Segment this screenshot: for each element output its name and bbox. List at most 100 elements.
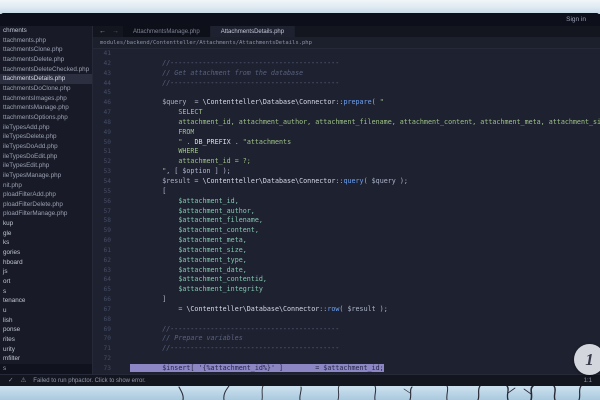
- code-line[interactable]: 67 = \Contentteller\Database\Connector::…: [93, 305, 600, 315]
- code-line[interactable]: 73 $insert[ '{%attachment_id%}' ] = $att…: [93, 364, 600, 374]
- code-line[interactable]: 68: [93, 315, 600, 325]
- code-line[interactable]: 62 $attachment_type,: [93, 256, 600, 266]
- code-line[interactable]: 45: [93, 88, 600, 98]
- code-text[interactable]: WHERE: [111, 147, 198, 157]
- code-text[interactable]: $attachment_author,: [111, 207, 255, 217]
- code-line[interactable]: 59 $attachment_content,: [93, 226, 600, 236]
- file-item[interactable]: ttachmentsDeleteChecked.php: [0, 65, 92, 75]
- file-item[interactable]: ttachmentsImages.php: [0, 94, 92, 104]
- file-item[interactable]: tenance: [0, 296, 92, 306]
- check-icon[interactable]: ✓: [8, 378, 13, 385]
- code-line[interactable]: 53 ", [ $option ] );: [93, 167, 600, 177]
- tab-attachmentsdetails[interactable]: AttachmentsDetails.php: [211, 26, 295, 37]
- file-item[interactable]: nit.php: [0, 181, 92, 191]
- file-item[interactable]: ileTypesAdd.php: [0, 123, 92, 133]
- file-item[interactable]: js: [0, 267, 92, 277]
- code-text[interactable]: // Get attachment from the database: [111, 69, 303, 79]
- code-text[interactable]: $attachment_meta,: [111, 236, 247, 246]
- code-text[interactable]: //--------------------------------------…: [111, 325, 339, 335]
- file-item[interactable]: ort: [0, 277, 92, 287]
- code-line[interactable]: 61 $attachment_size,: [93, 246, 600, 256]
- diagnostic-message[interactable]: Failed to run phpactor. Click to show er…: [33, 378, 145, 384]
- code-text[interactable]: $attachment_contentid,: [111, 275, 267, 285]
- code-line[interactable]: 52 attachment_id = ?;: [93, 157, 600, 167]
- code-text[interactable]: [111, 49, 130, 59]
- code-editor[interactable]: 4142 //---------------------------------…: [93, 49, 600, 374]
- code-text[interactable]: $attachment_type,: [111, 256, 247, 266]
- code-text[interactable]: $query = \Contentteller\Database\Connect…: [111, 98, 384, 108]
- code-line[interactable]: 58 $attachment_filename,: [93, 216, 600, 226]
- file-item[interactable]: chments: [0, 26, 92, 36]
- code-text[interactable]: $attachment_integrity: [111, 285, 263, 295]
- code-line[interactable]: 49 FROM: [93, 128, 600, 138]
- code-text[interactable]: $attachment_id,: [111, 197, 239, 207]
- file-item[interactable]: ttachmentsDetails.php: [0, 74, 92, 84]
- code-text[interactable]: //--------------------------------------…: [111, 344, 339, 354]
- file-item[interactable]: ileTypesEdit.php: [0, 161, 92, 171]
- tab-attachmentsmanage[interactable]: AttachmentsManage.php: [123, 26, 211, 37]
- file-item[interactable]: ileTypesManage.php: [0, 171, 92, 181]
- code-text[interactable]: ", [ $option ] );: [111, 167, 231, 177]
- code-line[interactable]: 43 // Get attachment from the database: [93, 69, 600, 79]
- file-item[interactable]: ploadFilterManage.php: [0, 209, 92, 219]
- warning-icon[interactable]: ⚠: [20, 378, 26, 385]
- file-item[interactable]: ponse: [0, 325, 92, 335]
- code-text[interactable]: ]: [111, 295, 166, 305]
- code-text[interactable]: //--------------------------------------…: [111, 79, 339, 89]
- file-item[interactable]: gories: [0, 248, 92, 258]
- file-item[interactable]: ttachmentsDoClone.php: [0, 84, 92, 94]
- code-line[interactable]: 46 $query = \Contentteller\Database\Conn…: [93, 98, 600, 108]
- code-line[interactable]: 56 $attachment_id,: [93, 197, 600, 207]
- code-text[interactable]: = \Contentteller\Database\Connector::row…: [111, 305, 388, 315]
- selected-code-text[interactable]: $insert[ '{%attachment_id%}' ] = $attach…: [111, 364, 384, 374]
- file-item[interactable]: ileTypesDoEdit.php: [0, 152, 92, 162]
- code-text[interactable]: SELECT: [111, 108, 203, 118]
- code-line[interactable]: 70 // Prepare variables: [93, 334, 600, 344]
- file-item[interactable]: s: [0, 287, 92, 297]
- code-text[interactable]: //--------------------------------------…: [111, 59, 339, 69]
- file-item[interactable]: hboard: [0, 258, 92, 268]
- file-item[interactable]: ttachmentsClone.php: [0, 45, 92, 55]
- file-item[interactable]: gle: [0, 229, 92, 239]
- file-item[interactable]: lish: [0, 316, 92, 326]
- forward-icon[interactable]: →: [112, 28, 119, 35]
- code-line[interactable]: 41: [93, 49, 600, 59]
- file-item[interactable]: rites: [0, 335, 92, 345]
- code-text[interactable]: FROM: [111, 128, 194, 138]
- file-item[interactable]: ttachments.php: [0, 36, 92, 46]
- code-line[interactable]: 57 $attachment_author,: [93, 207, 600, 217]
- code-line[interactable]: 69 //-----------------------------------…: [93, 325, 600, 335]
- file-item[interactable]: ks: [0, 238, 92, 248]
- code-line[interactable]: 42 //-----------------------------------…: [93, 59, 600, 69]
- code-text[interactable]: [111, 354, 130, 364]
- code-text[interactable]: $attachment_size,: [111, 246, 247, 256]
- file-item[interactable]: ploadFilterDelete.php: [0, 200, 92, 210]
- file-item[interactable]: ileTypesDelete.php: [0, 132, 92, 142]
- code-line[interactable]: 66 ]: [93, 295, 600, 305]
- code-text[interactable]: $attachment_content,: [111, 226, 259, 236]
- code-text[interactable]: " . DB_PREFIX . "attachments: [111, 138, 291, 148]
- code-line[interactable]: 64 $attachment_contentid,: [93, 275, 600, 285]
- breadcrumb[interactable]: modules/backend/Contentteller/Attachment…: [100, 40, 312, 46]
- code-line[interactable]: 54 $result = \Contentteller\Database\Con…: [93, 177, 600, 187]
- code-line[interactable]: 47 SELECT: [93, 108, 600, 118]
- file-item[interactable]: s: [0, 364, 92, 374]
- code-text[interactable]: [: [111, 187, 166, 197]
- code-line[interactable]: 71 //-----------------------------------…: [93, 344, 600, 354]
- code-line[interactable]: 50 " . DB_PREFIX . "attachments: [93, 138, 600, 148]
- file-item[interactable]: ttachmentsDelete.php: [0, 55, 92, 65]
- code-text[interactable]: // Prepare variables: [111, 334, 243, 344]
- sign-in-button[interactable]: Sign in: [566, 16, 586, 23]
- code-line[interactable]: 51 WHERE: [93, 147, 600, 157]
- code-text[interactable]: $attachment_date,: [111, 266, 247, 276]
- file-item[interactable]: ttachmentsManage.php: [0, 103, 92, 113]
- file-item[interactable]: kup: [0, 219, 92, 229]
- code-text[interactable]: $attachment_filename,: [111, 216, 263, 226]
- code-text[interactable]: [111, 88, 130, 98]
- code-text[interactable]: attachment_id, attachment_author, attach…: [111, 118, 600, 128]
- file-item[interactable]: ploadFilterAdd.php: [0, 190, 92, 200]
- code-line[interactable]: 72: [93, 354, 600, 364]
- file-item[interactable]: ileTypesDoAdd.php: [0, 142, 92, 152]
- code-line[interactable]: 48 attachment_id, attachment_author, att…: [93, 118, 600, 128]
- code-line[interactable]: 55 [: [93, 187, 600, 197]
